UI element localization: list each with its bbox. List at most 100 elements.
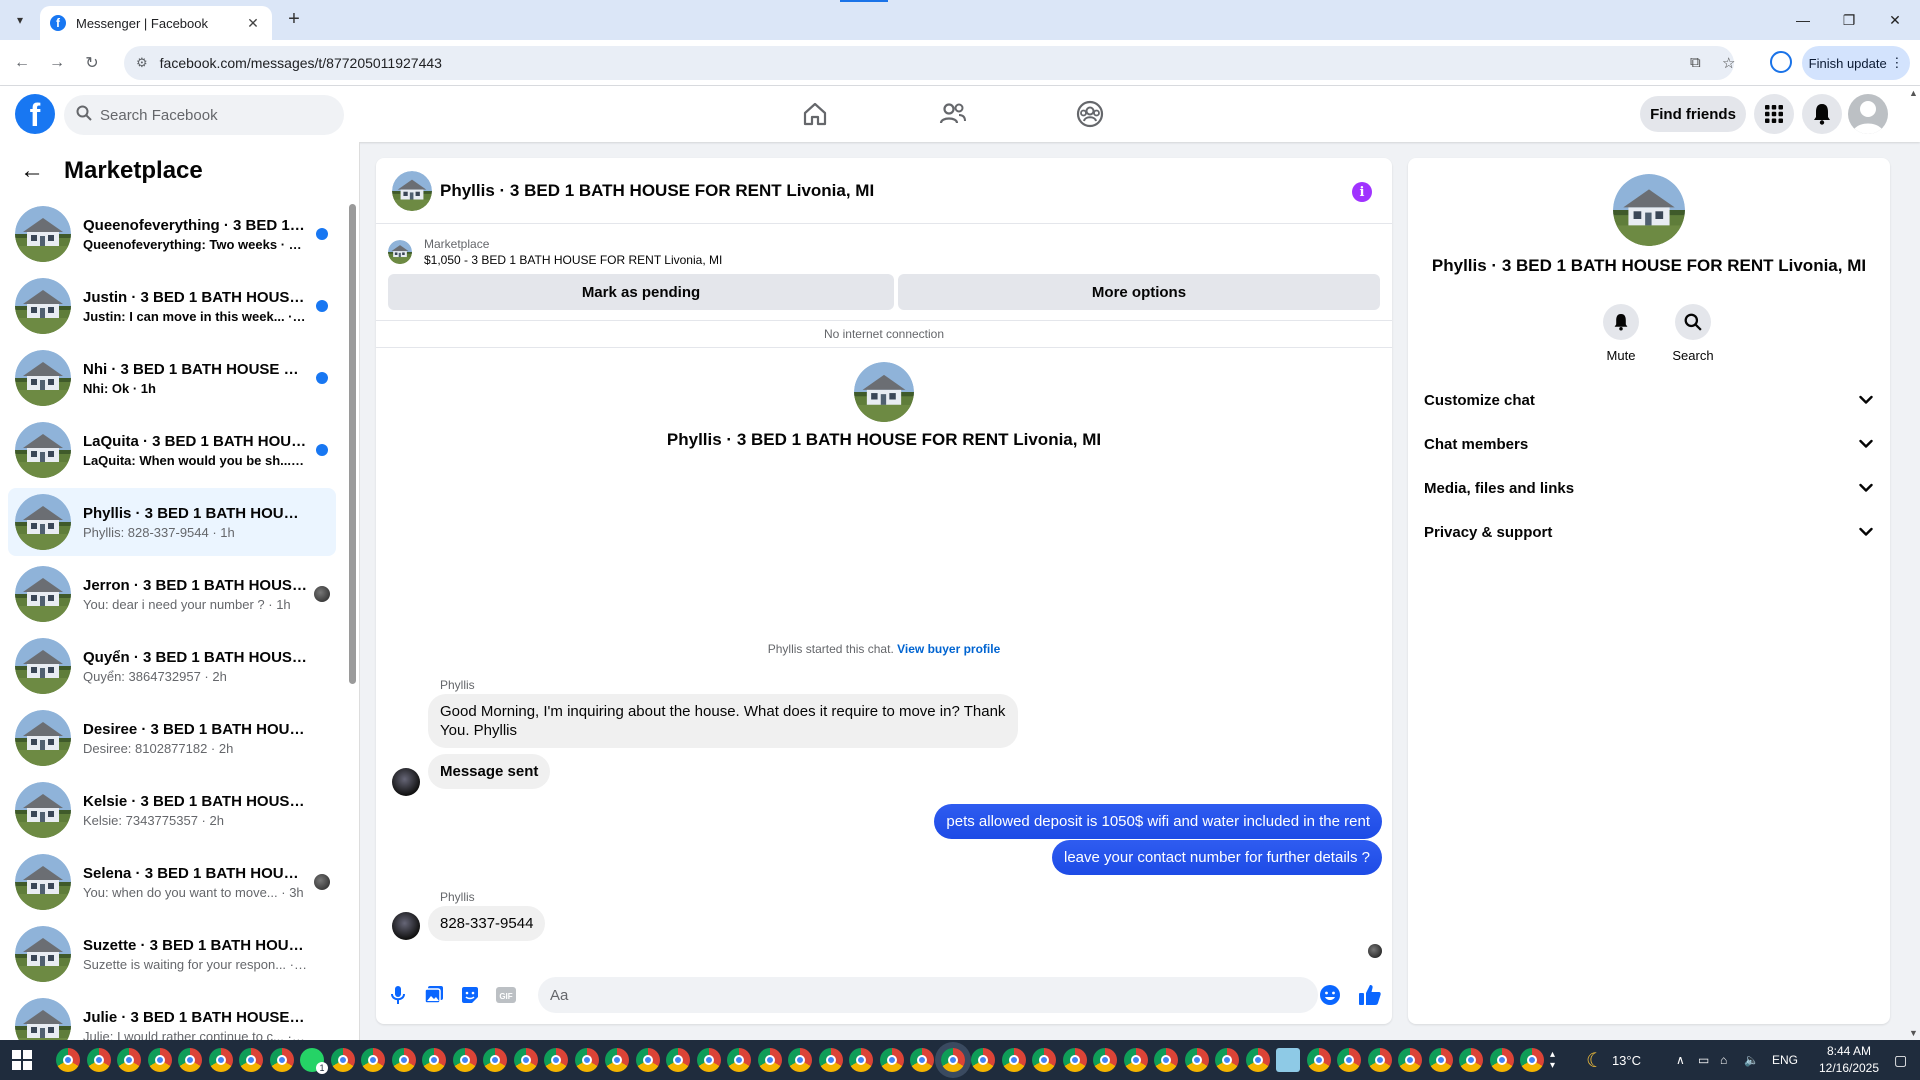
conversation-info-icon[interactable]: i xyxy=(1352,182,1372,202)
groups-icon[interactable] xyxy=(1072,96,1108,132)
find-friends-button[interactable]: Find friends xyxy=(1640,96,1746,132)
minimize-icon[interactable]: — xyxy=(1780,0,1826,40)
browser-tab[interactable]: f Messenger | Facebook ✕ xyxy=(40,6,272,40)
reload-icon[interactable]: ↻ xyxy=(80,51,104,75)
chrome-taskbar-icon[interactable] xyxy=(1154,1048,1178,1072)
mark-as-pending-button[interactable]: Mark as pending xyxy=(388,274,894,310)
chrome-taskbar-icon[interactable] xyxy=(392,1048,416,1072)
chrome-taskbar-icon[interactable] xyxy=(1459,1048,1483,1072)
chat-header[interactable]: Phyllis · 3 BED 1 BATH HOUSE FOR RENT Li… xyxy=(376,158,1392,224)
chrome-taskbar-icon[interactable] xyxy=(971,1048,995,1072)
chrome-taskbar-icon[interactable] xyxy=(1032,1048,1056,1072)
taskbar-overflow-chevrons[interactable]: ▴ ▾ xyxy=(1550,1040,1555,1080)
notification-center-icon[interactable]: ▢ xyxy=(1894,1040,1907,1080)
omnibox[interactable]: ⚙ facebook.com/messages/t/87720501192744… xyxy=(124,46,1735,80)
chrome-taskbar-icon[interactable] xyxy=(758,1048,782,1072)
chrome-taskbar-icon[interactable] xyxy=(361,1048,385,1072)
account-avatar[interactable] xyxy=(1848,94,1888,134)
notifications-bell-icon[interactable] xyxy=(1802,94,1842,134)
chrome-taskbar-icon[interactable] xyxy=(1246,1048,1270,1072)
chrome-taskbar-icon[interactable] xyxy=(1429,1048,1453,1072)
chrome-taskbar-icon[interactable] xyxy=(910,1048,934,1072)
chrome-taskbar-icon[interactable] xyxy=(117,1048,141,1072)
conversation-item[interactable]: Justin · 3 BED 1 BATH HOUSE FOR RENT Liv… xyxy=(8,272,336,340)
search-input[interactable] xyxy=(100,106,320,124)
chrome-taskbar-icon[interactable] xyxy=(941,1048,965,1072)
chrome-taskbar-icon[interactable] xyxy=(849,1048,873,1072)
chrome-taskbar-icon[interactable] xyxy=(209,1048,233,1072)
tab-list-icon[interactable]: ▾ xyxy=(8,8,32,32)
network-icon[interactable]: ⌂ xyxy=(1720,1040,1727,1080)
back-icon[interactable]: ← xyxy=(10,51,34,75)
chrome-taskbar-icon[interactable] xyxy=(1124,1048,1148,1072)
chrome-taskbar-icon[interactable] xyxy=(483,1048,507,1072)
conversation-item[interactable]: Quyển · 3 BED 1 BATH HOUSE FOR RENT Livo… xyxy=(8,632,336,700)
chrome-taskbar-icon[interactable] xyxy=(727,1048,751,1072)
conversation-item[interactable]: Phyllis · 3 BED 1 BATH HOUSE FOR RENT Li… xyxy=(8,488,336,556)
chrome-taskbar-icon[interactable] xyxy=(666,1048,690,1072)
conversation-item[interactable]: Jerron · 3 BED 1 BATH HOUSE FOR RENT Liv… xyxy=(8,560,336,628)
chrome-taskbar-icon[interactable] xyxy=(636,1048,660,1072)
finish-update-button[interactable]: Finish update ⋮ xyxy=(1802,46,1910,80)
window-close-icon[interactable]: ✕ xyxy=(1872,0,1918,40)
emoji-icon[interactable] xyxy=(1318,983,1342,1007)
chrome-taskbar-icon[interactable] xyxy=(178,1048,202,1072)
chrome-taskbar-icon[interactable] xyxy=(1520,1048,1544,1072)
sender-avatar[interactable] xyxy=(392,768,420,796)
notepad-icon[interactable] xyxy=(1276,1048,1300,1072)
conversation-item[interactable]: Nhi · 3 BED 1 BATH HOUSE FOR RENT Livoni… xyxy=(8,344,336,412)
chrome-taskbar-icon[interactable] xyxy=(1307,1048,1331,1072)
info-section[interactable]: Chat members xyxy=(1416,422,1882,466)
page-scrollbar[interactable]: ▲ ▼ xyxy=(1906,86,1920,1040)
chrome-taskbar-icon[interactable] xyxy=(148,1048,172,1072)
conversation-item[interactable]: Kelsie · 3 BED 1 BATH HOUSE FOR RENT Liv… xyxy=(8,776,336,844)
chrome-taskbar-icon[interactable] xyxy=(514,1048,538,1072)
chrome-taskbar-icon[interactable] xyxy=(819,1048,843,1072)
chrome-taskbar-icon[interactable] xyxy=(453,1048,477,1072)
message-bubble-outgoing[interactable]: leave your contact number for further de… xyxy=(1052,840,1382,875)
forward-icon[interactable]: → xyxy=(45,51,69,75)
sticker-icon[interactable] xyxy=(458,983,482,1007)
install-app-icon[interactable]: ⧉ xyxy=(1690,54,1701,71)
close-tab-icon[interactable]: ✕ xyxy=(244,15,262,32)
conversation-item[interactable]: Queenofeverything · 3 BED 1 BATH HOUSE F… xyxy=(8,200,336,268)
message-bubble-incoming[interactable]: 828-337-9544 xyxy=(428,906,546,941)
message-bubble-incoming[interactable]: Good Morning, I'm inquiring about the ho… xyxy=(428,694,1018,748)
thumbs-up-icon[interactable] xyxy=(1358,983,1382,1007)
chrome-taskbar-icon[interactable] xyxy=(56,1048,80,1072)
view-buyer-profile-link[interactable]: View buyer profile xyxy=(897,642,1000,656)
message-input[interactable] xyxy=(538,977,1318,1013)
chrome-taskbar-icon[interactable] xyxy=(544,1048,568,1072)
mute-button[interactable]: Mute xyxy=(1591,304,1651,363)
restore-icon[interactable]: ❐ xyxy=(1826,0,1872,40)
chrome-taskbar-icon[interactable] xyxy=(87,1048,111,1072)
info-section[interactable]: Customize chat xyxy=(1416,378,1882,422)
friends-icon[interactable] xyxy=(935,96,971,132)
windows-start-icon[interactable] xyxy=(12,1050,32,1070)
conversation-item[interactable]: Desiree · 3 BED 1 BATH HOUSE FOR RENT Li… xyxy=(8,704,336,772)
chrome-taskbar-icon[interactable] xyxy=(1093,1048,1117,1072)
info-section[interactable]: Media, files and links xyxy=(1416,466,1882,510)
chrome-taskbar-icon[interactable] xyxy=(1368,1048,1392,1072)
back-arrow-icon[interactable]: ← xyxy=(20,157,44,185)
scroll-up-icon[interactable]: ▲ xyxy=(1909,88,1918,98)
conversation-item[interactable]: Julie · 3 BED 1 BATH HOUSE FOR RENT Livo… xyxy=(8,992,336,1040)
new-tab-icon[interactable]: + xyxy=(282,8,306,32)
facebook-logo-icon[interactable]: f xyxy=(15,94,55,134)
chrome-taskbar-icon[interactable] xyxy=(1002,1048,1026,1072)
chrome-taskbar-icon[interactable] xyxy=(270,1048,294,1072)
chrome-taskbar-icon[interactable] xyxy=(880,1048,904,1072)
listing-banner[interactable]: Marketplace $1,050 - 3 BED 1 BATH HOUSE … xyxy=(388,232,1378,272)
photo-gallery-icon[interactable] xyxy=(422,983,446,1007)
tray-show-hidden-icon[interactable]: ∧ xyxy=(1676,1040,1685,1080)
facebook-search[interactable] xyxy=(64,95,344,135)
bookmark-star-icon[interactable]: ☆ xyxy=(1722,54,1735,72)
conversation-item[interactable]: LaQuita · 3 BED 1 BATH HOUSE FOR RENT Li… xyxy=(8,416,336,484)
conversation-item[interactable]: Suzette · 3 BED 1 BATH HOUSE FOR RENT Li… xyxy=(8,920,336,988)
gif-icon[interactable]: GIF xyxy=(494,983,518,1007)
message-bubble-incoming[interactable]: Message sent xyxy=(428,754,551,789)
menu-grid-icon[interactable] xyxy=(1754,94,1794,134)
sidebar-scroll-thumb[interactable] xyxy=(349,204,356,684)
scroll-down-icon[interactable]: ▼ xyxy=(1909,1028,1918,1038)
chrome-taskbar-icon[interactable] xyxy=(1063,1048,1087,1072)
